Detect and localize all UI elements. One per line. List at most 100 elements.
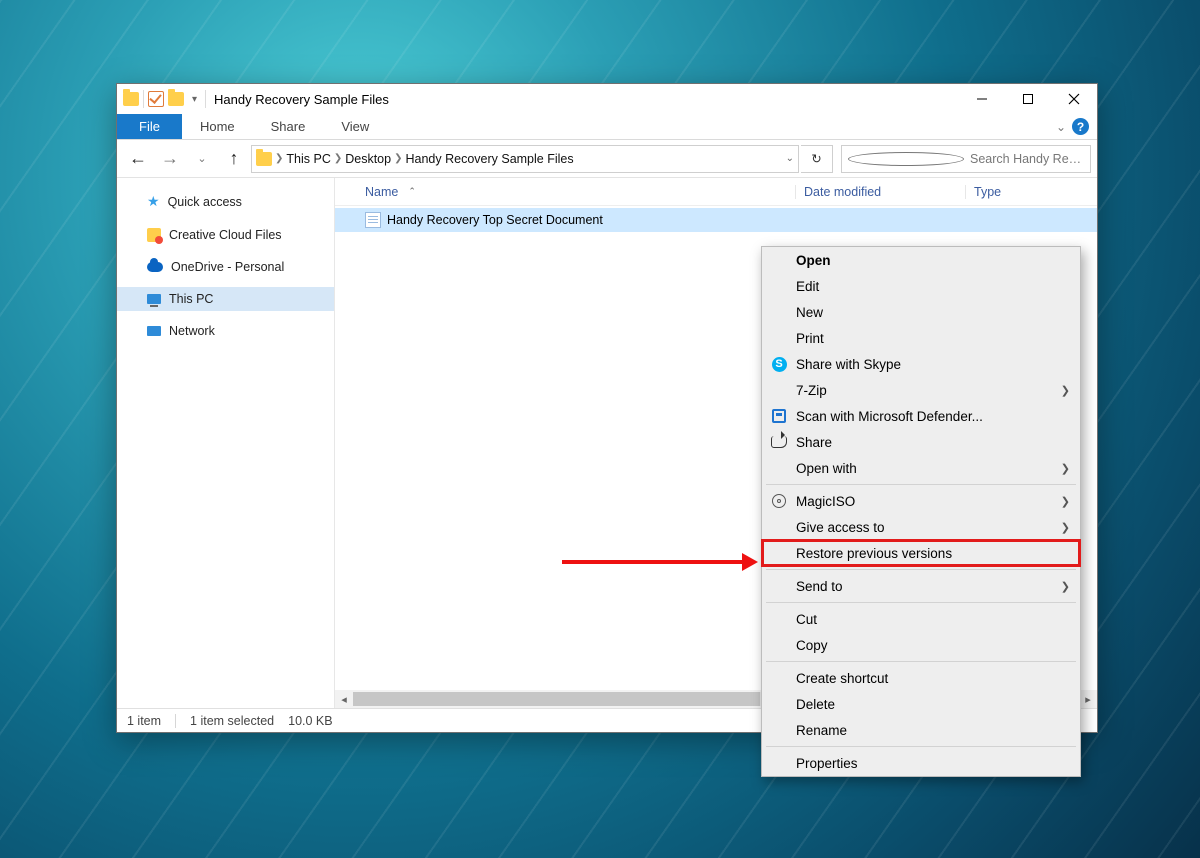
ribbon-tabs: File Home Share View ⌄ ?	[117, 114, 1097, 140]
status-selection-size: 10.0 KB	[288, 714, 332, 728]
qat-customize-dropdown[interactable]: ▾	[188, 94, 201, 105]
menu-separator	[766, 569, 1076, 570]
monitor-icon	[147, 294, 161, 304]
history-dropdown[interactable]: ⌄	[187, 144, 217, 174]
back-button[interactable]: ←	[123, 144, 153, 174]
star-icon: ★	[147, 193, 160, 210]
file-tab[interactable]: File	[117, 114, 182, 139]
disc-icon	[772, 494, 786, 508]
window-title: Handy Recovery Sample Files	[214, 92, 389, 107]
chevron-right-icon: ❯	[1061, 384, 1070, 397]
menu-item-open-with[interactable]: Open with❯	[762, 455, 1080, 481]
menu-separator	[766, 484, 1076, 485]
column-header-type[interactable]: Type	[965, 185, 1001, 199]
menu-item-edit[interactable]: Edit	[762, 273, 1080, 299]
scroll-left-icon[interactable]: ◂	[335, 693, 353, 706]
menu-item-copy[interactable]: Copy	[762, 632, 1080, 658]
sort-indicator-icon: ⌃	[408, 186, 416, 197]
tab-share[interactable]: Share	[253, 114, 324, 139]
folder-icon	[256, 152, 272, 166]
separator	[205, 90, 206, 108]
address-dropdown[interactable]: ⌄	[786, 153, 794, 164]
help-icon[interactable]: ?	[1072, 118, 1089, 135]
sidebar-item-label: Network	[169, 324, 215, 338]
context-menu: Open Edit New Print S Share with Skype 7…	[761, 246, 1081, 777]
column-header-date[interactable]: Date modified	[795, 185, 965, 199]
menu-item-magiciso[interactable]: MagicISO❯	[762, 488, 1080, 514]
status-selection-count: 1 item selected	[190, 714, 274, 728]
address-bar[interactable]: ❯ This PC ❯ Desktop ❯ Handy Recovery Sam…	[251, 145, 799, 173]
chevron-right-icon[interactable]: ❯	[393, 153, 403, 164]
network-icon	[147, 326, 161, 336]
sidebar-item-creative-cloud[interactable]: Creative Cloud Files	[117, 223, 334, 247]
menu-item-new[interactable]: New	[762, 299, 1080, 325]
search-input[interactable]: Search Handy Recovery Sample Fil...	[841, 145, 1091, 173]
menu-item-print[interactable]: Print	[762, 325, 1080, 351]
file-row[interactable]: Handy Recovery Top Secret Document	[335, 208, 1097, 232]
status-item-count: 1 item	[127, 714, 161, 728]
title-bar: ▾ Handy Recovery Sample Files	[117, 84, 1097, 114]
tab-home[interactable]: Home	[182, 114, 253, 139]
app-icon	[123, 92, 139, 106]
up-button[interactable]: ↑	[219, 144, 249, 174]
sidebar-item-label: This PC	[169, 292, 213, 306]
menu-item-send-to[interactable]: Send to❯	[762, 573, 1080, 599]
forward-button[interactable]: →	[155, 144, 185, 174]
menu-separator	[766, 661, 1076, 662]
breadcrumb-current[interactable]: Handy Recovery Sample Files	[405, 152, 573, 166]
chevron-right-icon[interactable]: ❯	[274, 153, 284, 164]
chevron-right-icon: ❯	[1061, 462, 1070, 475]
search-placeholder: Search Handy Recovery Sample Fil...	[970, 152, 1084, 166]
sidebar-item-onedrive[interactable]: OneDrive - Personal	[117, 255, 334, 279]
menu-item-cut[interactable]: Cut	[762, 606, 1080, 632]
qat-properties-icon[interactable]	[148, 91, 164, 107]
sidebar-item-network[interactable]: Network	[117, 319, 334, 343]
menu-item-restore-previous-versions[interactable]: Restore previous versions	[762, 540, 1080, 566]
minimize-button[interactable]	[959, 84, 1005, 114]
scroll-right-icon[interactable]: ▸	[1079, 693, 1097, 706]
tab-view[interactable]: View	[323, 114, 387, 139]
file-name: Handy Recovery Top Secret Document	[387, 213, 603, 227]
breadcrumb-this-pc[interactable]: This PC	[286, 152, 330, 166]
skype-icon: S	[772, 357, 787, 372]
cloud-icon	[147, 262, 163, 272]
menu-separator	[766, 602, 1076, 603]
sidebar-item-label: Quick access	[168, 195, 242, 209]
sidebar-item-label: OneDrive - Personal	[171, 260, 284, 274]
menu-item-rename[interactable]: Rename	[762, 717, 1080, 743]
sidebar-item-label: Creative Cloud Files	[169, 228, 282, 242]
menu-item-share[interactable]: Share	[762, 429, 1080, 455]
column-headers: Name ⌃ Date modified Type	[335, 178, 1097, 206]
breadcrumb-desktop[interactable]: Desktop	[345, 152, 391, 166]
sidebar-item-this-pc[interactable]: This PC	[117, 287, 334, 311]
menu-item-give-access-to[interactable]: Give access to❯	[762, 514, 1080, 540]
chevron-right-icon: ❯	[1061, 495, 1070, 508]
creative-cloud-icon	[147, 228, 161, 242]
menu-item-properties[interactable]: Properties	[762, 750, 1080, 776]
maximize-button[interactable]	[1005, 84, 1051, 114]
search-icon	[848, 152, 964, 166]
close-button[interactable]	[1051, 84, 1097, 114]
shield-icon	[772, 409, 786, 423]
qat-newfolder-icon[interactable]	[168, 92, 184, 106]
separator	[143, 90, 144, 108]
menu-item-share-skype[interactable]: S Share with Skype	[762, 351, 1080, 377]
chevron-right-icon: ❯	[1061, 521, 1070, 534]
scrollbar-thumb[interactable]	[353, 692, 760, 706]
sidebar-item-quick-access[interactable]: ★ Quick access	[117, 188, 334, 215]
menu-item-7zip[interactable]: 7-Zip❯	[762, 377, 1080, 403]
column-header-name[interactable]: Name	[365, 185, 398, 199]
navigation-toolbar: ← → ⌄ ↑ ❯ This PC ❯ Desktop ❯ Handy Reco…	[117, 140, 1097, 178]
menu-item-create-shortcut[interactable]: Create shortcut	[762, 665, 1080, 691]
ribbon-expand-icon[interactable]: ⌄	[1056, 120, 1066, 134]
share-icon	[771, 436, 787, 448]
chevron-right-icon[interactable]: ❯	[333, 153, 343, 164]
document-icon	[365, 212, 381, 228]
chevron-right-icon: ❯	[1061, 580, 1070, 593]
menu-item-defender[interactable]: Scan with Microsoft Defender...	[762, 403, 1080, 429]
menu-item-delete[interactable]: Delete	[762, 691, 1080, 717]
navigation-pane: ★ Quick access Creative Cloud Files OneD…	[117, 178, 335, 708]
menu-item-open[interactable]: Open	[762, 247, 1080, 273]
refresh-button[interactable]: ↻	[801, 145, 833, 173]
menu-separator	[766, 746, 1076, 747]
